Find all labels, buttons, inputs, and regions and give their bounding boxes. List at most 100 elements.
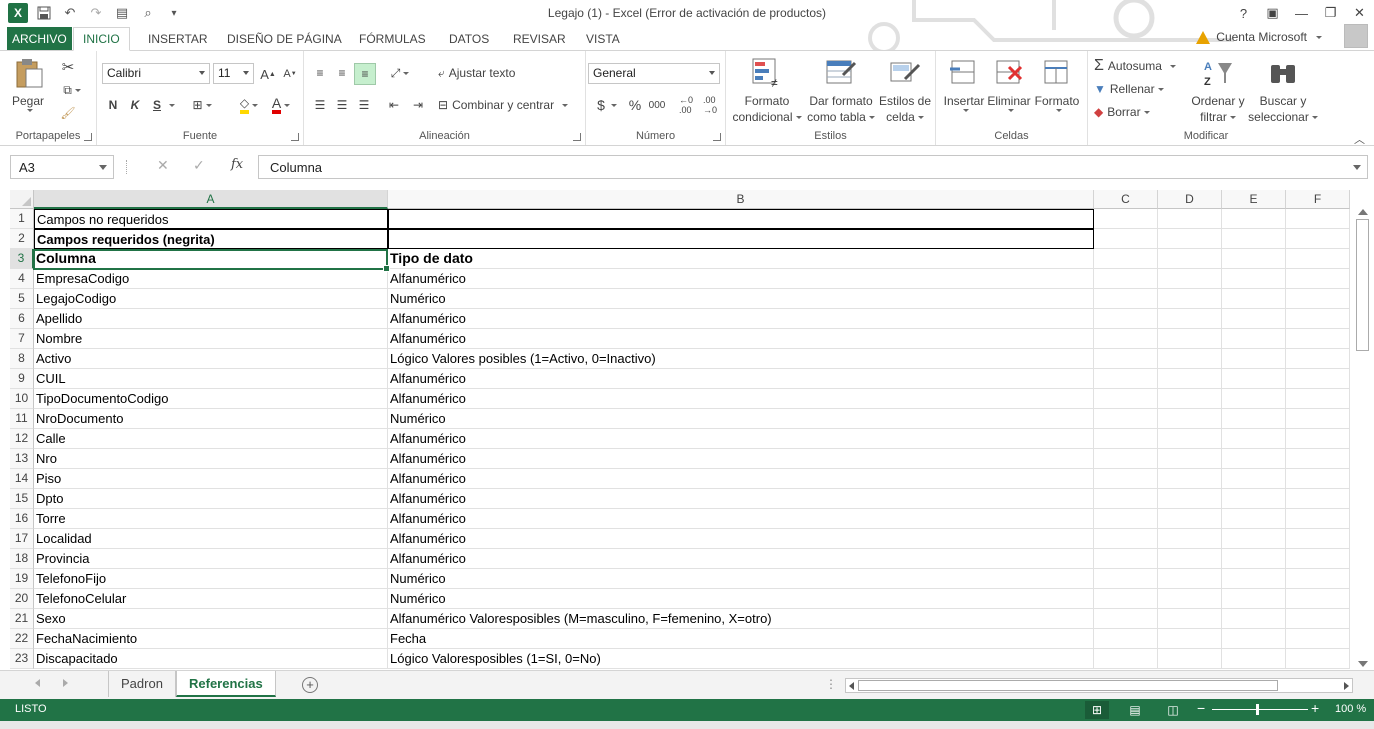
cell-b[interactable]: Tipo de dato bbox=[388, 249, 1094, 269]
cell-b[interactable]: Alfanumérico bbox=[388, 529, 1094, 549]
row-header[interactable]: 6 bbox=[10, 309, 34, 329]
wrap-text-button[interactable]: ⤶ Ajustar texto bbox=[438, 63, 548, 83]
row-header[interactable]: 2 bbox=[10, 229, 34, 249]
empty-cell[interactable] bbox=[1158, 509, 1222, 529]
empty-cell[interactable] bbox=[1286, 509, 1350, 529]
dialog-launcher-icon[interactable] bbox=[713, 133, 721, 141]
empty-cell[interactable] bbox=[1094, 509, 1158, 529]
empty-cell[interactable] bbox=[1222, 629, 1286, 649]
insert-cells-button[interactable]: Insertar bbox=[942, 57, 986, 112]
empty-cell[interactable] bbox=[1222, 469, 1286, 489]
cell-a[interactable]: Torre bbox=[34, 509, 388, 529]
font-size-select[interactable]: 11 bbox=[213, 63, 254, 84]
empty-cell[interactable] bbox=[1286, 289, 1350, 309]
thousands-separator-button[interactable]: 000 bbox=[646, 95, 668, 115]
avatar[interactable] bbox=[1344, 24, 1368, 48]
empty-cell[interactable] bbox=[1286, 549, 1350, 569]
empty-cell[interactable] bbox=[1158, 269, 1222, 289]
cell-b[interactable]: Alfanumérico bbox=[388, 309, 1094, 329]
zoom-slider[interactable] bbox=[1212, 709, 1308, 710]
cell-a[interactable]: Piso bbox=[34, 469, 388, 489]
tab-datos[interactable]: DATOS bbox=[440, 27, 498, 50]
cell-b[interactable] bbox=[388, 209, 1094, 229]
zoom-in-icon[interactable]: + bbox=[1311, 700, 1319, 716]
cell-b[interactable]: Lógico Valores posibles (1=Activo, 0=Ina… bbox=[388, 349, 1094, 369]
empty-cell[interactable] bbox=[1222, 509, 1286, 529]
empty-cell[interactable] bbox=[1286, 329, 1350, 349]
borders-icon[interactable]: ⊞ bbox=[189, 95, 215, 115]
decrease-indent-icon[interactable]: ⇤ bbox=[384, 95, 404, 115]
prev-sheet-icon[interactable] bbox=[35, 679, 40, 687]
empty-cell[interactable] bbox=[1158, 589, 1222, 609]
row-header[interactable]: 18 bbox=[10, 549, 34, 569]
number-format-select[interactable]: General bbox=[588, 63, 720, 84]
cell-b[interactable]: Alfanumérico bbox=[388, 489, 1094, 509]
paste-button[interactable]: Pegar bbox=[12, 57, 44, 112]
row-header[interactable]: 21 bbox=[10, 609, 34, 629]
empty-cell[interactable] bbox=[1222, 209, 1286, 229]
decrease-decimal-icon[interactable]: .00 →0 bbox=[700, 95, 720, 115]
empty-cell[interactable] bbox=[1094, 469, 1158, 489]
horizontal-scrollbar[interactable] bbox=[845, 678, 1353, 693]
font-name-select[interactable]: Calibri bbox=[102, 63, 210, 84]
empty-cell[interactable] bbox=[1094, 449, 1158, 469]
row-header[interactable]: 7 bbox=[10, 329, 34, 349]
empty-cell[interactable] bbox=[1222, 249, 1286, 269]
empty-cell[interactable] bbox=[1286, 309, 1350, 329]
cell-a[interactable]: Discapacitado bbox=[34, 649, 388, 669]
empty-cell[interactable] bbox=[1222, 549, 1286, 569]
tab-archivo[interactable]: ARCHIVO bbox=[7, 27, 72, 50]
empty-cell[interactable] bbox=[1286, 389, 1350, 409]
empty-cell[interactable] bbox=[1286, 629, 1350, 649]
row-header[interactable]: 8 bbox=[10, 349, 34, 369]
empty-cell[interactable] bbox=[1222, 589, 1286, 609]
empty-cell[interactable] bbox=[1158, 469, 1222, 489]
scroll-right-icon[interactable] bbox=[1344, 682, 1349, 690]
cell-b[interactable]: Alfanumérico bbox=[388, 389, 1094, 409]
empty-cell[interactable] bbox=[1094, 529, 1158, 549]
empty-cell[interactable] bbox=[1286, 269, 1350, 289]
find-select-button[interactable]: Buscar y seleccionar bbox=[1248, 57, 1318, 125]
cell-a[interactable]: Dpto bbox=[34, 489, 388, 509]
empty-cell[interactable] bbox=[1286, 469, 1350, 489]
cell-a[interactable]: Columna bbox=[34, 249, 388, 269]
delete-cells-button[interactable]: Eliminar bbox=[986, 57, 1032, 112]
row-header[interactable]: 15 bbox=[10, 489, 34, 509]
column-header[interactable]: C bbox=[1094, 190, 1158, 209]
empty-cell[interactable] bbox=[1222, 309, 1286, 329]
merge-center-button[interactable]: ⊟ Combinar y centrar bbox=[438, 95, 578, 115]
currency-button[interactable]: $ bbox=[592, 95, 622, 115]
increase-decimal-icon[interactable]: ←0.00 bbox=[676, 95, 696, 115]
cell-a[interactable]: CUIL bbox=[34, 369, 388, 389]
tab-formulas[interactable]: FÓRMULAS bbox=[350, 27, 435, 50]
cell-b[interactable]: Alfanumérico bbox=[388, 369, 1094, 389]
cell-b[interactable]: Numérico bbox=[388, 589, 1094, 609]
insert-function-icon[interactable]: fx bbox=[231, 157, 243, 172]
cell-b[interactable]: Alfanumérico bbox=[388, 449, 1094, 469]
empty-cell[interactable] bbox=[1094, 589, 1158, 609]
tab-insertar[interactable]: INSERTAR bbox=[139, 27, 217, 50]
empty-cell[interactable] bbox=[1158, 629, 1222, 649]
format-cells-button[interactable]: Formato bbox=[1034, 57, 1080, 112]
cell-b[interactable]: Lógico Valoresposibles (1=SI, 0=No) bbox=[388, 649, 1094, 669]
sort-filter-button[interactable]: AZ Ordenar y filtrar bbox=[1188, 57, 1248, 125]
empty-cell[interactable] bbox=[1222, 409, 1286, 429]
row-header[interactable]: 5 bbox=[10, 289, 34, 309]
row-header[interactable]: 16 bbox=[10, 509, 34, 529]
cell-b[interactable] bbox=[388, 229, 1094, 249]
fill-button[interactable]: ▼ Rellenar bbox=[1094, 79, 1186, 99]
cell-a[interactable]: Sexo bbox=[34, 609, 388, 629]
cell-a[interactable]: Nro bbox=[34, 449, 388, 469]
grow-font-icon[interactable]: A ▲ bbox=[259, 64, 277, 84]
empty-cell[interactable] bbox=[1222, 349, 1286, 369]
collapse-ribbon-icon[interactable]: ︿ bbox=[1354, 131, 1365, 146]
empty-cell[interactable] bbox=[1222, 489, 1286, 509]
account-area[interactable]: Cuenta Microsoft bbox=[1196, 30, 1322, 44]
cell-b[interactable]: Alfanumérico bbox=[388, 549, 1094, 569]
spreadsheet-grid[interactable]: A B C D E F 1 Campos no requeridos 2 Campos… bbox=[0, 190, 1352, 670]
empty-cell[interactable] bbox=[1286, 249, 1350, 269]
empty-cell[interactable] bbox=[1094, 629, 1158, 649]
format-painter-icon[interactable]: 🖌 bbox=[58, 103, 78, 123]
shrink-font-icon[interactable]: A ▼ bbox=[281, 64, 299, 84]
empty-cell[interactable] bbox=[1094, 429, 1158, 449]
